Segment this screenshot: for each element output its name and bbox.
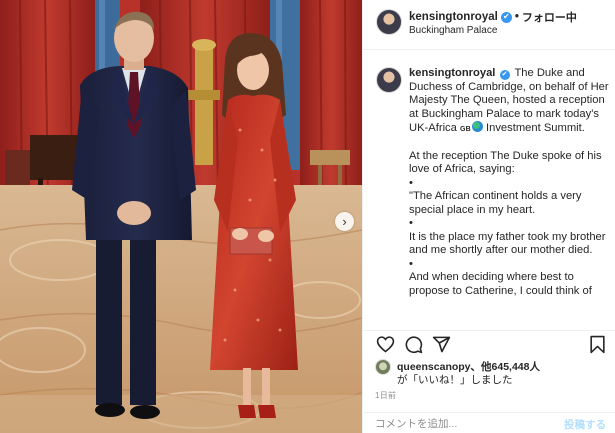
likes-summary: queenscanopy、他645,448人 が「いいね！」しました [375,358,607,386]
caption-avatar[interactable] [376,67,402,93]
bookmark-icon [589,335,605,353]
liker-avatar[interactable] [375,359,391,375]
caption-text: kensingtonroyal ✔ The Duke and Duchess o… [409,67,609,298]
following-button[interactable]: フォロー中 [522,9,577,25]
photo-scene [0,0,362,433]
post-header: kensingtonroyal ✔ • フォロー中 Buckingham Pal… [363,0,615,50]
post-comment-button[interactable]: 投稿する [564,417,606,432]
likes-suffix: が「いいね！」しました [397,374,513,386]
globe-emoji-icon [471,121,483,132]
separator-dot: • [514,11,519,23]
comment-button[interactable] [403,334,423,354]
caption-quote: And when deciding where best to propose … [409,271,592,297]
comment-icon [405,335,422,353]
avatar[interactable] [376,9,402,35]
like-button[interactable] [375,334,395,354]
comment-bar: 投稿する [363,412,615,433]
comment-input[interactable] [375,416,545,431]
save-button[interactable] [587,334,607,354]
bullet: • [409,217,413,229]
post-details-panel: kensingtonroyal ✔ • フォロー中 Buckingham Pal… [362,0,615,433]
bullet: • [409,176,413,189]
location-link[interactable]: Buckingham Palace [409,25,497,36]
post-photo[interactable]: › [0,0,362,433]
next-photo-button[interactable]: › [335,212,354,231]
bullet: • [409,257,413,270]
caption-area: kensingtonroyal ✔ The Duke and Duchess o… [363,50,615,332]
caption-paragraph: At the reception The Duke spoke of his l… [409,149,602,176]
share-icon [432,336,450,352]
share-button[interactable] [431,334,451,354]
caption-intro-end: Investment Summit. [486,122,585,134]
gb-flag-icon: GB [459,126,471,133]
caption-username-link[interactable]: kensingtonroyal [409,67,495,79]
post-author: kensingtonroyal ✔ • フォロー中 [409,9,577,25]
post-timestamp[interactable]: 1日前 [375,390,396,401]
verified-badge-icon: ✔ [500,11,512,23]
action-bar [375,334,607,356]
caption-quote: It is the place my father took my brothe… [409,230,606,257]
heart-icon [376,336,394,353]
caption-quote: "The African continent holds a very spec… [409,190,582,216]
username-link[interactable]: kensingtonroyal [409,11,498,23]
verified-badge-icon: ✔ [499,69,510,80]
divider [363,330,615,331]
